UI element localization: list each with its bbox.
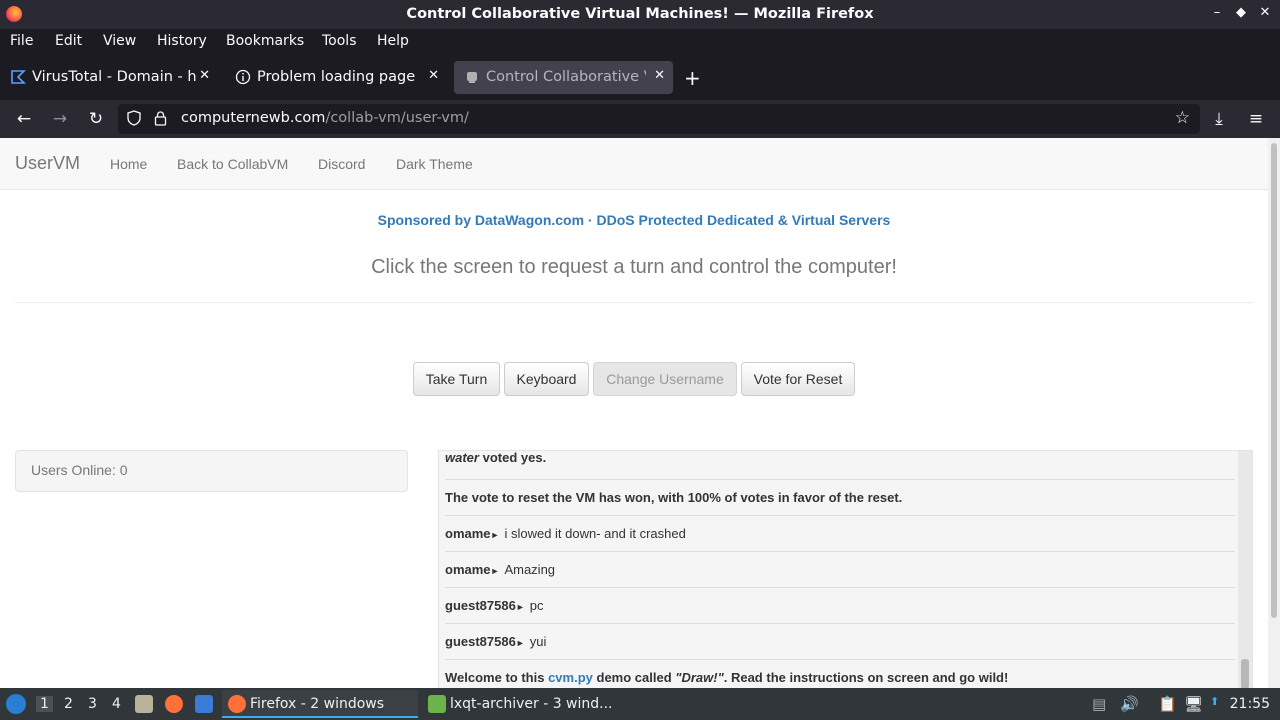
chat-row: omame► Amazing: [445, 552, 1235, 588]
restore-button[interactable]: ◆: [1234, 5, 1248, 20]
chat-row: guest87586► yui: [445, 624, 1235, 660]
chat-username: omame: [445, 526, 491, 541]
clock[interactable]: 21:55: [1230, 696, 1270, 712]
navigation-toolbar: ← → ↻ computernewb.com/collab-vm/user-vm…: [0, 100, 1280, 138]
nav-link-home[interactable]: Home: [110, 156, 147, 172]
workspace-1[interactable]: 1: [36, 696, 53, 712]
chat-row: The vote to reset the VM has won, with 1…: [445, 480, 1235, 516]
users-online-panel: Users Online: 0: [15, 450, 408, 492]
url-bar[interactable]: computernewb.com/collab-vm/user-vm/ ☆: [118, 104, 1200, 134]
divider: [15, 302, 1253, 303]
workspace-3[interactable]: 3: [88, 696, 97, 712]
cvm-py-link[interactable]: cvm.py: [548, 670, 593, 685]
chat-message: Amazing: [504, 562, 556, 577]
downloads-button[interactable]: ⤓: [1208, 108, 1230, 130]
tab-virustotal[interactable]: VirusTotal - Domain - hax ✕: [0, 61, 218, 94]
chat-message: pc: [529, 598, 544, 613]
vote-reset-button[interactable]: Vote for Reset: [741, 362, 855, 396]
tracking-shield-icon[interactable]: [127, 110, 141, 126]
tab-strip: VirusTotal - Domain - hax ✕ Problem load…: [0, 54, 1280, 100]
chat-username: guest87586: [445, 634, 516, 649]
chat-panel[interactable]: water voted yes. The vote to reset the V…: [438, 450, 1253, 688]
menu-history[interactable]: History: [157, 33, 207, 49]
new-tab-button[interactable]: +: [684, 66, 701, 90]
users-online-count: Users Online: 0: [31, 462, 128, 478]
volume-icon[interactable]: 🔊: [1120, 695, 1139, 713]
chat-row: guest87586► pc: [445, 588, 1235, 624]
chat-message: yui: [529, 634, 547, 649]
minimize-button[interactable]: –: [1210, 5, 1224, 20]
network-icon[interactable]: 🖥: [1184, 695, 1203, 713]
archiver-icon: [428, 695, 446, 713]
tab-label: Control Collaborative Virt: [486, 69, 646, 85]
firefox-launcher-icon[interactable]: [165, 695, 183, 713]
virustotal-icon: [11, 70, 26, 84]
menu-tools[interactable]: Tools: [322, 33, 357, 49]
chat-username: omame: [445, 562, 491, 577]
update-icon[interactable]: ⬆: [1210, 695, 1219, 708]
taskbar: 1 2 3 4 Firefox - 2 windows lxqt-archive…: [0, 688, 1280, 720]
forward-button[interactable]: →: [49, 108, 71, 130]
chat-arrow-icon: ►: [490, 530, 500, 540]
task-firefox[interactable]: Firefox - 2 windows: [222, 690, 418, 718]
task-lxqt-archiver[interactable]: lxqt-archiver - 3 wind...: [422, 690, 618, 718]
chat-arrow-icon: ►: [515, 638, 525, 648]
tray-menu-icon[interactable]: ▤: [1092, 695, 1106, 713]
menu-bookmarks[interactable]: Bookmarks: [226, 33, 304, 49]
instruction-heading: Click the screen to request a turn and c…: [371, 256, 897, 278]
chat-arrow-icon: ►: [515, 602, 525, 612]
info-icon: [235, 69, 251, 85]
nav-link-back-to-collabvm[interactable]: Back to CollabVM: [177, 156, 288, 172]
chat-row: Welcome to this cvm.py demo called "Draw…: [445, 670, 1009, 685]
close-tab-icon[interactable]: ✕: [428, 68, 439, 83]
tab-problem-loading[interactable]: Problem loading page ✕: [225, 61, 447, 94]
window-title: Control Collaborative Virtual Machines! …: [406, 6, 874, 22]
reload-button[interactable]: ↻: [85, 108, 107, 130]
tab-collabvm[interactable]: Control Collaborative Virt ✕: [454, 61, 673, 94]
chat-message: i slowed it down- and it crashed: [504, 526, 686, 541]
page-content: UserVM Home Back to CollabVM Discord Dar…: [0, 138, 1268, 688]
keyboard-button[interactable]: Keyboard: [504, 362, 589, 396]
menu-help[interactable]: Help: [377, 33, 409, 49]
close-tab-icon[interactable]: ✕: [654, 68, 665, 83]
page-scrollbar[interactable]: [1268, 138, 1280, 688]
menu-view[interactable]: View: [103, 33, 136, 49]
workspace-4[interactable]: 4: [112, 696, 121, 712]
back-button[interactable]: ←: [13, 108, 35, 130]
chat-row: omame► i slowed it down- and it crashed: [445, 516, 1235, 552]
close-window-button[interactable]: ✕: [1258, 5, 1272, 20]
bookmark-star-icon[interactable]: ☆: [1175, 108, 1190, 128]
change-username-button[interactable]: Change Username: [593, 362, 737, 396]
workspace-2[interactable]: 2: [64, 696, 73, 712]
app-menu-button[interactable]: ≡: [1245, 108, 1267, 130]
chat-scrollbar[interactable]: [1238, 451, 1252, 688]
firefox-icon: [228, 695, 246, 713]
collabvm-icon: [467, 72, 477, 83]
window-titlebar: Control Collaborative Virtual Machines! …: [0, 0, 1280, 29]
take-turn-button[interactable]: Take Turn: [413, 362, 500, 396]
nav-link-dark-theme[interactable]: Dark Theme: [396, 156, 473, 172]
chat-username: guest87586: [445, 598, 516, 613]
close-tab-icon[interactable]: ✕: [199, 68, 210, 83]
sponsor-link[interactable]: Sponsored by DataWagon.com · DDoS Protec…: [0, 212, 1268, 228]
site-navbar: UserVM Home Back to CollabVM Discord Dar…: [0, 138, 1268, 190]
menu-file[interactable]: File: [10, 33, 33, 49]
chat-row: water voted yes.: [445, 450, 1235, 480]
desktop-icon[interactable]: [195, 695, 213, 713]
chat-system-message: The vote to reset the VM has won, with 1…: [445, 490, 903, 505]
start-menu-icon[interactable]: [6, 694, 26, 714]
tab-label: Problem loading page: [257, 69, 416, 85]
chat-arrow-icon: ►: [490, 566, 500, 576]
menu-edit[interactable]: Edit: [55, 33, 82, 49]
url-text[interactable]: computernewb.com/collab-vm/user-vm/: [181, 110, 469, 126]
nav-link-discord[interactable]: Discord: [318, 156, 365, 172]
file-manager-icon[interactable]: [135, 695, 153, 713]
tab-label: VirusTotal - Domain - hax: [32, 69, 197, 85]
chat-username: water: [445, 450, 479, 465]
clipboard-icon[interactable]: 📋: [1158, 695, 1177, 713]
site-brand[interactable]: UserVM: [15, 153, 80, 174]
menu-bar: File Edit View History Bookmarks Tools H…: [0, 29, 1280, 54]
lock-icon[interactable]: [154, 110, 167, 126]
